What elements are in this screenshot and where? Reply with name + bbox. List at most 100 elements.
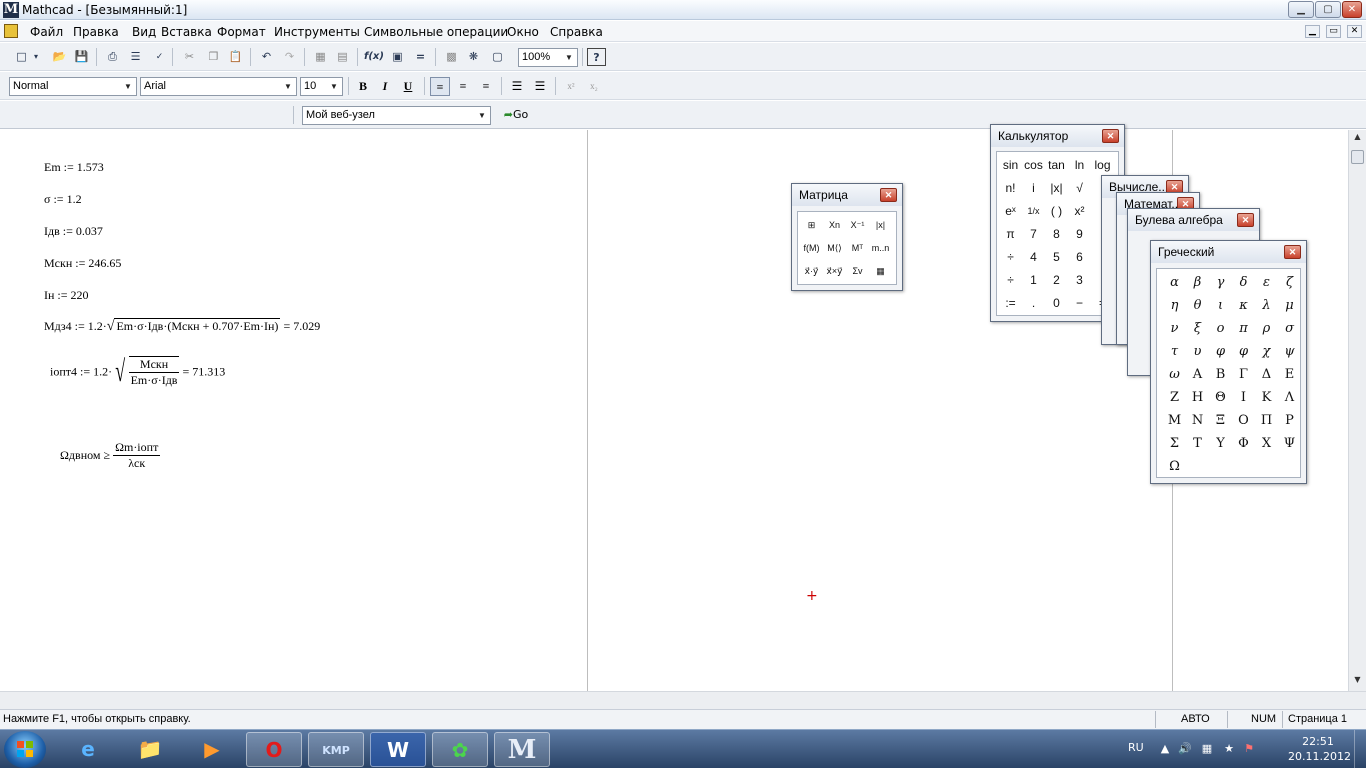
greek-pi-button[interactable]: π bbox=[1232, 317, 1255, 340]
greek-Xi-button[interactable]: Ξ bbox=[1209, 409, 1232, 432]
greek-tau-button[interactable]: τ bbox=[1163, 340, 1186, 363]
help-icon[interactable]: ? bbox=[587, 48, 606, 66]
matrix-inverse-icon[interactable]: X⁻¹ bbox=[846, 214, 869, 237]
matrix-cross-product-icon[interactable]: x⃗×y⃗ bbox=[823, 260, 846, 283]
action-center-icon[interactable]: ⚑ bbox=[1242, 742, 1256, 756]
greek-mu-button[interactable]: μ bbox=[1278, 294, 1301, 317]
print-icon[interactable]: ⎙ bbox=[103, 48, 122, 66]
new-document-icon[interactable]: □ bbox=[12, 48, 31, 66]
matrix-dot-product-icon[interactable]: x⃗·y⃗ bbox=[800, 260, 823, 283]
go-button[interactable]: ➦Go bbox=[499, 106, 533, 124]
web-url-combo[interactable]: Мой веб-узел ▼ bbox=[302, 106, 491, 125]
paste-icon[interactable]: 📋 bbox=[226, 48, 245, 66]
align-left-icon[interactable]: ≡ bbox=[430, 77, 450, 96]
print-preview-icon[interactable]: ☰ bbox=[126, 48, 145, 66]
superscript-button[interactable]: x² bbox=[561, 77, 581, 96]
calc-factorial-button[interactable]: n! bbox=[999, 177, 1022, 200]
align-horizontal-icon[interactable]: ▦ bbox=[311, 48, 330, 66]
calc-decimal-button[interactable]: . bbox=[1022, 292, 1045, 315]
greek-zeta-button[interactable]: ζ bbox=[1278, 271, 1301, 294]
menu-edit[interactable]: Правка bbox=[73, 25, 119, 39]
open-folder-icon[interactable]: 📂 bbox=[50, 48, 69, 66]
greek-kappa-button[interactable]: κ bbox=[1232, 294, 1255, 317]
calc-reciprocal-button[interactable]: 1/x bbox=[1022, 200, 1045, 223]
region-idv[interactable]: Iдв := 0.037 bbox=[44, 224, 103, 239]
spell-check-icon[interactable]: ✓ bbox=[150, 48, 169, 66]
calc-9-button[interactable]: 9 bbox=[1068, 223, 1091, 246]
calc-division-button[interactable]: ÷ bbox=[999, 246, 1022, 269]
greek-theta-button[interactable]: θ bbox=[1186, 294, 1209, 317]
calc-ln-button[interactable]: ln bbox=[1068, 154, 1091, 177]
region-sigma[interactable]: σ := 1.2 bbox=[44, 192, 82, 207]
calc-8-button[interactable]: 8 bbox=[1045, 223, 1068, 246]
align-center-icon[interactable]: ≡ bbox=[453, 77, 473, 96]
greek-Beta-button[interactable]: Β bbox=[1209, 363, 1232, 386]
resource-center-icon[interactable]: ❋ bbox=[464, 48, 483, 66]
save-icon[interactable]: 💾 bbox=[72, 48, 91, 66]
mathcad-icon[interactable]: M bbox=[494, 732, 550, 767]
greek-Delta-button[interactable]: Δ bbox=[1255, 363, 1278, 386]
greek-Sigma-button[interactable]: Σ bbox=[1163, 432, 1186, 455]
bluetooth-icon[interactable]: ★ bbox=[1222, 742, 1236, 756]
greek-varphi-button[interactable]: φ bbox=[1232, 340, 1255, 363]
bullet-list-icon[interactable]: ☰ bbox=[507, 77, 527, 96]
region-iopt4[interactable]: iопт4 := 1.2· √ Mскн Em·σ·Iдв = 71.313 bbox=[50, 356, 225, 388]
show-hidden-icons-icon[interactable]: ▲ bbox=[1158, 742, 1172, 756]
vertical-scrollbar[interactable]: ▲ ▼ bbox=[1348, 130, 1366, 691]
cut-icon[interactable]: ✂ bbox=[180, 48, 199, 66]
zoom-combo[interactable]: 100% ▼ bbox=[518, 48, 578, 67]
italic-button[interactable]: I bbox=[375, 77, 395, 96]
calc-minus-button[interactable]: − bbox=[1068, 292, 1091, 315]
matrix-column-icon[interactable]: M⟨⟩ bbox=[823, 237, 846, 260]
show-desktop-button[interactable] bbox=[1354, 730, 1366, 768]
greek-iota-button[interactable]: ι bbox=[1209, 294, 1232, 317]
scroll-down-icon[interactable]: ▼ bbox=[1349, 675, 1366, 689]
greek-eta-button[interactable]: η bbox=[1163, 294, 1186, 317]
network-icon[interactable]: ▦ bbox=[1200, 742, 1214, 756]
greek-Epsilon-button[interactable]: Ε bbox=[1278, 363, 1301, 386]
calculate-icon[interactable]: = bbox=[411, 48, 430, 66]
underline-button[interactable]: U bbox=[398, 77, 418, 96]
mdi-restore-button[interactable]: ▭ bbox=[1326, 25, 1341, 38]
region-in[interactable]: Iн := 220 bbox=[44, 288, 89, 303]
insert-unit-icon[interactable]: ▣ bbox=[388, 48, 407, 66]
greek-psi-button[interactable]: ψ bbox=[1278, 340, 1301, 363]
numbered-list-icon[interactable]: ☰ bbox=[530, 77, 550, 96]
greek-phi-button[interactable]: φ bbox=[1209, 340, 1232, 363]
matrix-insert-icon[interactable]: ⊞ bbox=[800, 214, 823, 237]
greek-rho-button[interactable]: ρ bbox=[1255, 317, 1278, 340]
calc-2-button[interactable]: 2 bbox=[1045, 269, 1068, 292]
greek-Alpha-button[interactable]: Α bbox=[1186, 363, 1209, 386]
calc-parens-button[interactable]: ( ) bbox=[1045, 200, 1068, 223]
menu-format[interactable]: Формат bbox=[217, 25, 266, 39]
language-indicator[interactable]: RU bbox=[1128, 741, 1144, 754]
greek-gamma-button[interactable]: γ bbox=[1209, 271, 1232, 294]
matrix-determinant-icon[interactable]: |x| bbox=[869, 214, 892, 237]
document-icon[interactable] bbox=[4, 24, 18, 38]
greek-Pi-button[interactable]: Π bbox=[1255, 409, 1278, 432]
calc-divide-button[interactable]: ÷ bbox=[999, 269, 1022, 292]
new-dropdown-icon[interactable]: ▾ bbox=[31, 48, 41, 66]
greek-Tau-button[interactable]: Τ bbox=[1186, 432, 1209, 455]
ie-icon[interactable]: e bbox=[60, 732, 116, 767]
greek-omicron-button[interactable]: ο bbox=[1209, 317, 1232, 340]
insert-component-icon[interactable]: ▩ bbox=[442, 48, 461, 66]
calc-6-button[interactable]: 6 bbox=[1068, 246, 1091, 269]
greek-chi-button[interactable]: χ bbox=[1255, 340, 1278, 363]
greek-Upsilon-button[interactable]: Υ bbox=[1209, 432, 1232, 455]
start-button[interactable] bbox=[4, 731, 46, 768]
calc-0-button[interactable]: 0 bbox=[1045, 292, 1068, 315]
calc-tan-button[interactable]: tan bbox=[1045, 154, 1068, 177]
calc-define-button[interactable]: := bbox=[999, 292, 1022, 315]
greek-Zeta-button[interactable]: Ζ bbox=[1163, 386, 1186, 409]
menu-help[interactable]: Справка bbox=[550, 25, 603, 39]
icq-icon[interactable]: ✿ bbox=[432, 732, 488, 767]
greek-Chi-button[interactable]: Χ bbox=[1255, 432, 1278, 455]
opera-icon[interactable]: O bbox=[246, 732, 302, 767]
bold-button[interactable]: B bbox=[353, 77, 373, 96]
greek-Rho-button[interactable]: Ρ bbox=[1278, 409, 1301, 432]
mdi-close-button[interactable]: ✕ bbox=[1347, 25, 1362, 38]
close-icon[interactable]: ✕ bbox=[1102, 129, 1119, 143]
menu-symbolics[interactable]: Символьные операции bbox=[364, 25, 508, 39]
align-right-icon[interactable]: ≡ bbox=[476, 77, 496, 96]
